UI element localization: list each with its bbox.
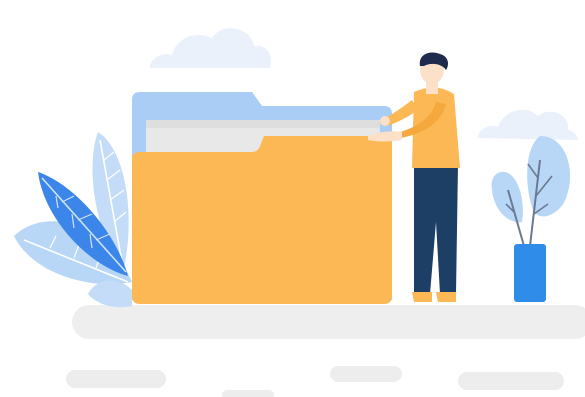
ground-shadow	[66, 305, 585, 397]
cloud-icon	[150, 28, 272, 69]
folder-icon	[132, 92, 392, 304]
leaf-icon	[14, 132, 132, 308]
potted-plant-icon	[491, 136, 571, 302]
cloud-icon	[478, 109, 578, 140]
empty-folder-illustration	[14, 28, 585, 397]
